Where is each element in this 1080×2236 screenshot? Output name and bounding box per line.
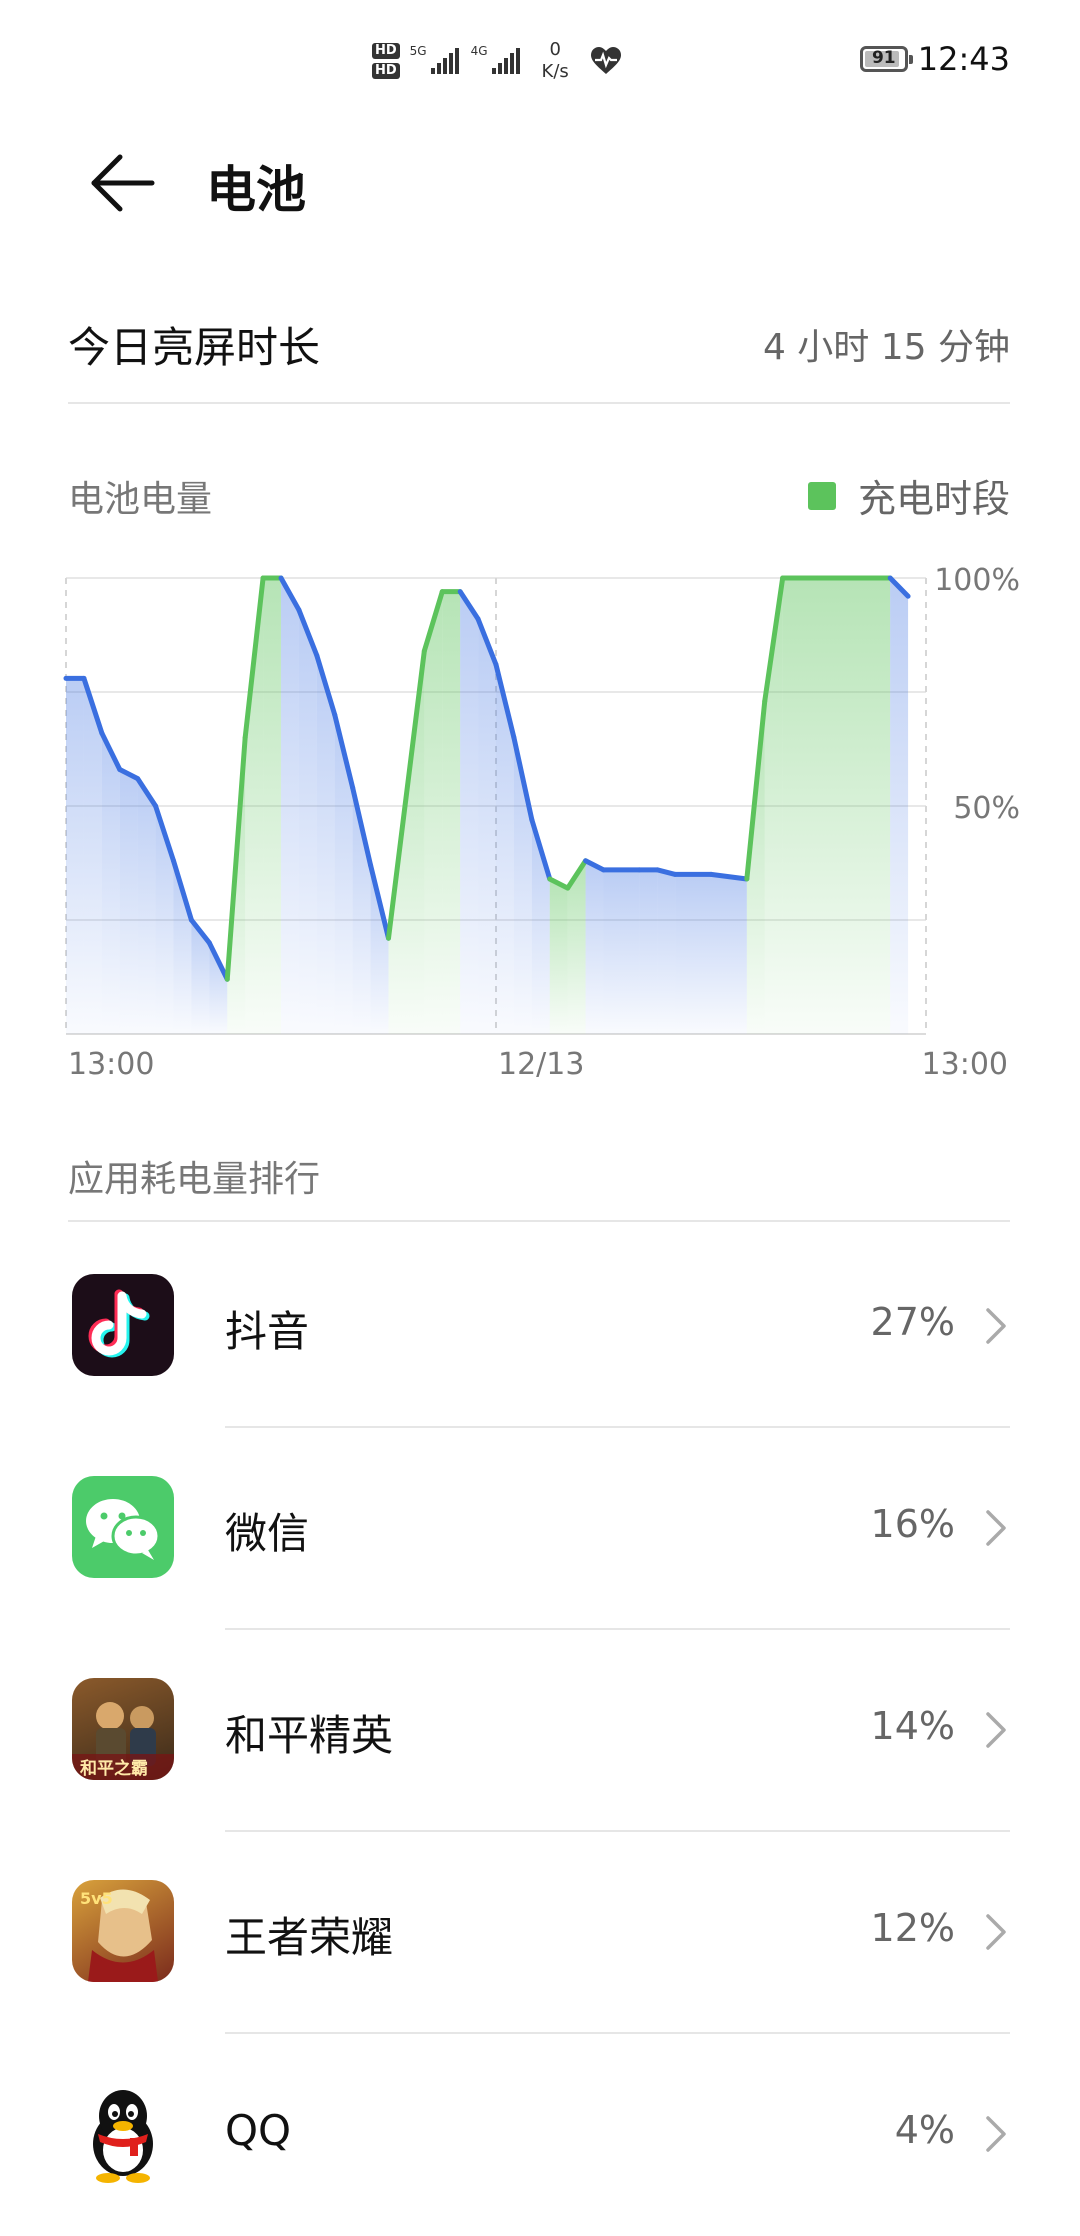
battery-level: 91 (871, 48, 896, 68)
y-tick-label: 50% (953, 791, 1020, 826)
wechat-icon (72, 1476, 174, 1578)
app-row-peace-elite[interactable]: 和平之霸 和平精英 14% (0, 1630, 1080, 1832)
discharge-area-segment (585, 860, 604, 1034)
network-speed-value: 0 (549, 39, 561, 60)
status-right: 91 12:43 (859, 40, 1010, 78)
charging-area-segment (549, 878, 568, 1034)
discharge-area-segment (298, 609, 317, 1034)
app-name: 和平精英 (225, 1711, 394, 1760)
app-percent: 12% (870, 1906, 955, 1950)
chevron-right-icon (986, 1510, 1006, 1546)
discharge-area-segment (603, 869, 640, 1034)
chevron-right-icon (986, 1712, 1006, 1748)
app-percent: 27% (870, 1300, 955, 1344)
discharge-area-segment (119, 769, 138, 1034)
app-row-honor-of-kings[interactable]: 5v5 王者荣耀 12% (0, 1832, 1080, 2034)
legend-swatch-charging (807, 481, 836, 510)
app-percent: 16% (870, 1502, 955, 1546)
app-row-wechat[interactable]: 微信 16% (0, 1428, 1080, 1630)
page-title: 电池 (206, 161, 306, 219)
x-tick-label: 13:00 (68, 1047, 154, 1080)
status-time: 12:43 (917, 40, 1010, 78)
x-tick-label: 13:00 (922, 1047, 1008, 1080)
screen-time-label: 今日亮屏时长 (68, 323, 321, 372)
discharge-area-segment (890, 578, 909, 1034)
chevron-right-icon (986, 1308, 1006, 1344)
sim-indicators: HD HD (372, 43, 400, 79)
discharge-area-segment (711, 874, 747, 1034)
ranking-title: 应用耗电量排行 (68, 1159, 321, 1200)
signal-bars-1-icon (430, 48, 459, 74)
network-speed-unit: K/s (541, 61, 569, 82)
app-row-douyin[interactable]: 抖音 27% (0, 1226, 1080, 1428)
signal-bars-2-icon (491, 48, 520, 74)
app-name: 抖音 (225, 1307, 310, 1356)
peace-elite-icon-text: 和平之霸 (80, 1758, 148, 1779)
legend-label-charging: 充电时段 (857, 477, 1010, 521)
discharge-area-segment (137, 778, 156, 1034)
discharge-area-segment (657, 869, 676, 1034)
discharge-area-segment (370, 865, 389, 1034)
charging-area-segment (818, 578, 891, 1034)
hd1-badge: HD (372, 43, 400, 59)
app-name: 微信 (225, 1509, 310, 1558)
peace-elite-icon: 和平之霸 (72, 1678, 174, 1780)
battery-level-chart[interactable]: 100% 50% 13:00 12/13 13:00 (0, 560, 1080, 1080)
chevron-right-icon (986, 1914, 1006, 1950)
battery-icon: 91 (859, 46, 913, 72)
charging-area-segment (424, 591, 443, 1034)
network-4g-label: 4G (470, 44, 488, 58)
signal-indicators: HD HD 5G 4G 0 K/s (372, 36, 623, 86)
screen-time-value: 4 小时 15 分钟 (762, 327, 1010, 368)
discharge-area-segment (639, 869, 658, 1034)
charging-area-segment (263, 578, 281, 1034)
honor-of-kings-icon: 5v5 (72, 1880, 174, 1982)
app-name: QQ (225, 2106, 292, 2155)
back-arrow-icon[interactable] (88, 148, 158, 218)
qq-icon (72, 2082, 174, 2184)
app-percent: 4% (894, 2108, 955, 2152)
discharge-area-segment (281, 578, 299, 1034)
chevron-right-icon (986, 2116, 1006, 2152)
network-speed: 0 K/s (542, 39, 569, 83)
x-tick-label: 12/13 (498, 1047, 584, 1080)
discharge-area-segment (675, 874, 711, 1034)
y-tick-label: 100% (934, 563, 1020, 598)
discharge-area-segment (460, 591, 479, 1034)
battery-chart-title: 电池电量 (68, 479, 213, 520)
honor-of-kings-icon-text: 5v5 (80, 1889, 113, 1908)
app-row-qq[interactable]: QQ 4% (0, 2034, 1080, 2236)
douyin-icon (72, 1274, 174, 1376)
chart-legend: 充电时段 (807, 468, 1010, 523)
app-percent: 14% (870, 1704, 955, 1748)
hd2-badge: HD (372, 63, 400, 79)
charging-area-segment (782, 578, 819, 1034)
discharge-area-segment (101, 733, 120, 1034)
status-bar: HD HD 5G 4G 0 K/s 91 12:43 (0, 0, 1080, 120)
screen-time-row: 今日亮屏时长 4 小时 15 分钟 (68, 308, 1010, 404)
app-name: 王者荣耀 (225, 1913, 394, 1962)
heart-rate-icon (590, 47, 621, 74)
network-5g-label: 5G (409, 44, 427, 58)
discharge-area-segment (334, 714, 353, 1034)
charging-area-segment (442, 591, 461, 1034)
ranking-divider (68, 1220, 1010, 1222)
discharge-area-segment (478, 619, 496, 1034)
discharge-area-segment (66, 678, 84, 1034)
